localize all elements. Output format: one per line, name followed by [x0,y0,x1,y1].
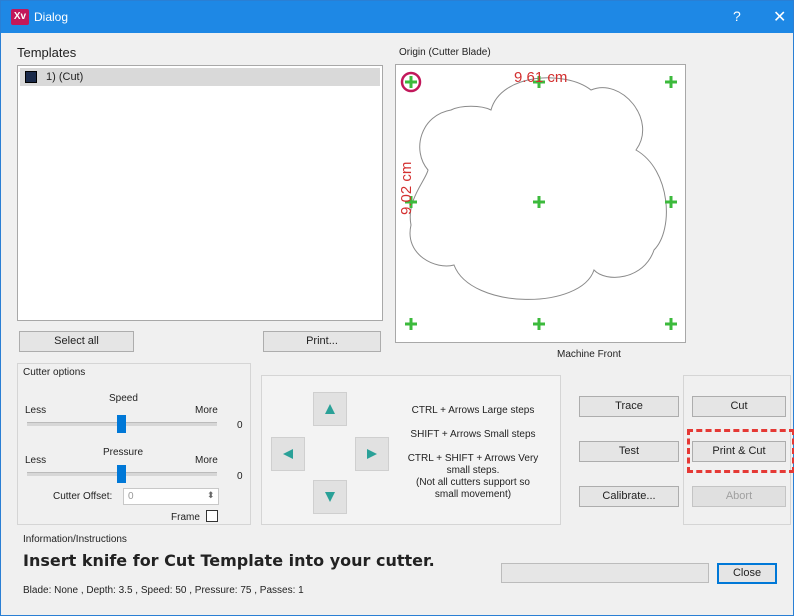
cutter-options-title: Cutter options [23,367,86,378]
move-up-button[interactable] [313,392,347,426]
test-button[interactable]: Test [579,441,679,462]
abort-button[interactable]: Abort [692,486,786,507]
cut-preview-canvas[interactable]: 9.61 cm 9.02 cm [395,64,686,343]
print-button[interactable]: Print... [263,331,381,352]
status-line: Blade: None , Depth: 3.5 , Speed: 50 , P… [23,585,304,596]
preview-drawing: 9.61 cm 9.02 cm [398,69,677,330]
help-large-steps: CTRL + Arrows Large steps [411,405,535,416]
speed-value: 0 [237,420,243,431]
arrow-right-icon [367,449,377,459]
template-color-swatch [25,71,37,83]
instruction-message: Insert knife for Cut Template into your … [23,551,435,570]
move-down-button[interactable] [313,480,347,514]
title-bar: Xv Dialog ? ✕ [1,1,793,33]
height-dimension-label: 9.02 cm [398,162,415,215]
window-title: Dialog [34,10,69,24]
cut-button[interactable]: Cut [692,396,786,417]
movement-group [261,375,561,525]
progress-bar [501,563,709,583]
print-and-cut-highlight [687,429,794,473]
template-list-item[interactable]: 1) (Cut) [20,68,380,86]
frame-checkbox[interactable] [206,510,218,522]
pressure-label: Pressure [103,447,144,458]
close-button[interactable]: Close [717,563,777,584]
template-cut-outline [409,77,667,300]
speed-more-label: More [195,405,218,416]
cutter-offset-value: 0 [128,491,134,502]
speed-slider-thumb[interactable] [117,415,126,433]
app-logo-icon: Xv [11,9,29,25]
templates-label: Templates [17,45,77,60]
templates-list[interactable]: 1) (Cut) [17,65,383,321]
help-note: (Not all cutters support so small moveme… [416,477,530,500]
trace-button[interactable]: Trace [579,396,679,417]
cutter-offset-label: Cutter Offset: [53,491,113,502]
width-dimension-label: 9.61 cm [514,69,567,86]
origin-label: Origin (Cutter Blade) [399,47,491,58]
spinner-arrows-icon[interactable]: ⬍ [207,490,215,501]
arrow-down-icon [325,492,335,502]
arrow-up-icon [325,404,335,414]
calibrate-button[interactable]: Calibrate... [579,486,679,507]
speed-less-label: Less [25,405,47,416]
help-button[interactable]: ? [733,8,741,24]
template-item-label: 1) (Cut) [46,71,84,83]
dialog-window: Xv Dialog ? ✕ Templates 1) (Cut) Select … [0,0,794,616]
pressure-more-label: More [195,455,218,466]
arrow-left-icon [283,449,293,459]
frame-label: Frame [171,512,200,523]
move-left-button[interactable] [271,437,305,471]
info-title: Information/Instructions [23,534,127,545]
help-very-small-steps: CTRL + SHIFT + Arrows Very small steps. [407,453,539,476]
move-right-button[interactable] [355,437,389,471]
speed-label: Speed [109,393,138,404]
cutter-offset-spinbox[interactable]: 0 ⬍ [123,488,219,505]
select-all-button[interactable]: Select all [19,331,134,352]
machine-front-label: Machine Front [557,349,621,360]
pressure-less-label: Less [25,455,47,466]
help-small-steps: SHIFT + Arrows Small steps [410,429,536,440]
close-window-button[interactable]: ✕ [773,7,786,27]
pressure-slider-thumb[interactable] [117,465,126,483]
pressure-value: 0 [237,471,243,482]
